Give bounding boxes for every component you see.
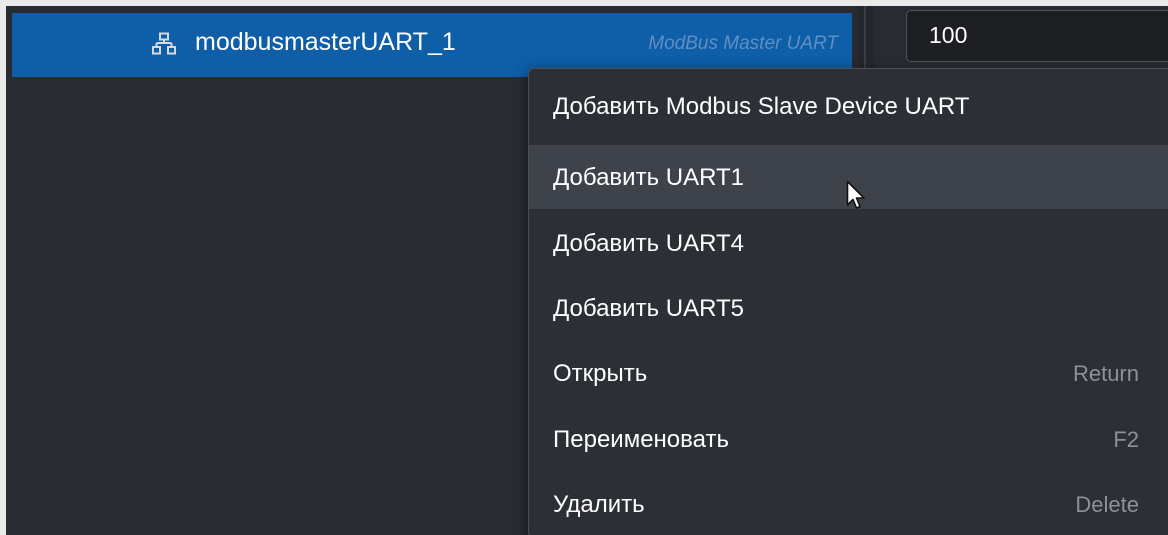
menu-item-label: Переименовать	[553, 426, 729, 453]
menu-item-label: Добавить Modbus Slave Device UART	[553, 93, 970, 120]
mouse-cursor-icon	[846, 180, 868, 212]
menu-item-label: Открыть	[553, 360, 648, 387]
tree-item-type: ModBus Master UART	[648, 33, 838, 54]
menu-item-add-modbus-slave[interactable]: Добавить Modbus Slave Device UART	[529, 74, 1168, 138]
menu-item-label: Добавить UART4	[553, 230, 744, 257]
menu-item-delete[interactable]: Удалить Delete	[529, 472, 1168, 535]
property-value-field[interactable]: 100	[906, 10, 1168, 62]
menu-item-open[interactable]: Открыть Return	[529, 341, 1168, 405]
context-menu: Добавить Modbus Slave Device UART Добави…	[528, 68, 1168, 535]
menu-item-shortcut: Return	[1072, 361, 1139, 386]
menu-item-label: Удалить	[553, 491, 645, 518]
menu-item-shortcut: Delete	[1075, 492, 1139, 517]
app-window: modbusmasterUART_1 ModBus Master UART 10…	[6, 6, 1168, 535]
menu-item-rename[interactable]: Переименовать F2	[529, 407, 1168, 471]
menu-item-label: Добавить UART1	[553, 164, 744, 191]
tree-item-label: modbusmasterUART_1	[195, 28, 456, 56]
menu-item-add-uart4[interactable]: Добавить UART4	[529, 211, 1168, 275]
network-icon	[152, 32, 176, 56]
property-value: 100	[929, 22, 968, 48]
menu-item-label: Добавить UART5	[553, 295, 744, 322]
menu-item-shortcut: F2	[1113, 427, 1139, 452]
menu-item-add-uart5[interactable]: Добавить UART5	[529, 276, 1168, 340]
